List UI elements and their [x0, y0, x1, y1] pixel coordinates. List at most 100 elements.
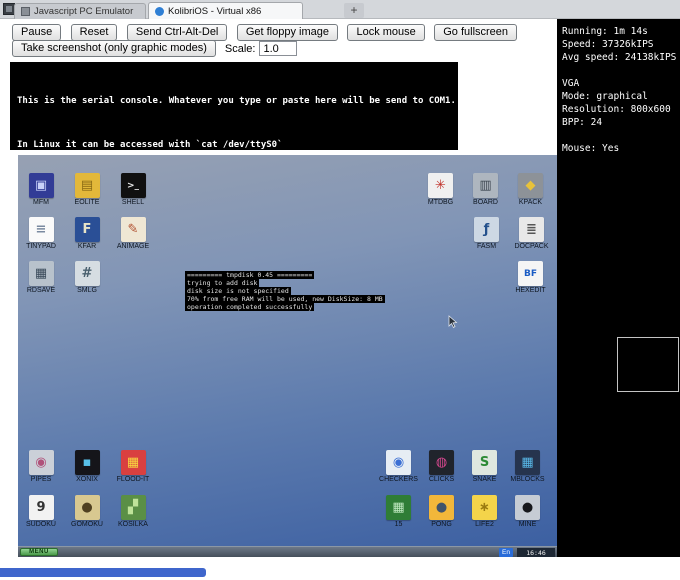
icon-group-top-right-row2: ƒ FASM ≣ DOCPACK — [464, 217, 554, 251]
console-line-2: In Linux it can be accessed with `cat /d… — [17, 140, 283, 150]
stat-mode: Mode: graphical — [562, 91, 648, 102]
serial-console[interactable]: This is the serial console. Whatever you… — [10, 62, 458, 150]
stat-avg-speed: Avg speed: 24138kIPS — [562, 52, 677, 63]
desktop-icon-15[interactable]: ▦ 15 — [377, 495, 420, 540]
desktop-icon-label: SNAKE — [472, 476, 497, 483]
desktop-icon-label: MINE — [518, 521, 537, 528]
mblocks-game-icon: ▦ — [515, 450, 540, 475]
paint-icon: ✎ — [120, 217, 146, 242]
desktop-icon-label: BOARD — [473, 199, 498, 206]
desktop-icon-label: GOMOKU — [71, 521, 103, 528]
menu-button[interactable]: MENU — [20, 548, 58, 556]
sudoku-game-icon: 9 — [28, 495, 54, 520]
desktop-icon-label: HEXEDIT — [515, 287, 546, 294]
desktop-icon-label: SHELL — [121, 199, 145, 206]
desktop-icon-checkers[interactable]: ◉ CHECKERS — [377, 450, 420, 495]
desktop-icon-smlg[interactable]: # SMLG — [64, 261, 110, 305]
icon-group-top-left: ▣ MFM ▤ EOLITE >_ SHELL ≡ TINYPAD F KFAR ✎ ANIMAGE ▦… — [18, 173, 156, 305]
desktop-icon-pong[interactable]: ● PONG — [420, 495, 463, 540]
desktop-icon-eolite[interactable]: ▤ EOLITE — [64, 173, 110, 217]
desktop-icon-sudoku[interactable]: 9 SUDOKU — [18, 495, 64, 540]
desktop-icon-gomoku[interactable]: ● GOMOKU — [64, 495, 110, 540]
kolibrios-desktop[interactable]: ▣ MFM ▤ EOLITE >_ SHELL ≡ TINYPAD F KFAR ✎ ANIMAGE ▦… — [18, 155, 557, 557]
scale-input[interactable] — [259, 41, 298, 56]
boot-message-line: ========= tmpdisk 0.45 ========= — [185, 271, 315, 279]
desktop-icon-label: FLOOD-IT — [116, 476, 150, 483]
desktop-icon-pipes[interactable]: ◉ PIPES — [18, 450, 64, 495]
desktop-icon-mfm[interactable]: ▣ MFM — [18, 173, 64, 217]
stat-bpp: BPP: 24 — [562, 117, 603, 128]
desktop-icon-label: RDSAVE — [26, 287, 56, 294]
taskbar-clock: 16:46 — [517, 548, 555, 557]
stat-running: Running: 1m 14s — [562, 26, 648, 37]
desktop-icon-hexedit[interactable]: BF HEXEDIT — [508, 261, 553, 295]
notepad-icon: ≡ — [28, 217, 54, 242]
desktop-icon-xonix[interactable]: ▪ XONIX — [64, 450, 110, 495]
tab-kolibrios[interactable]: KolibriOS - Virtual x86 — [148, 2, 303, 19]
tab-js-pc-emulator[interactable]: Javascript PC Emulator — [14, 3, 146, 19]
stat-resolution: Resolution: 800x600 — [562, 104, 671, 115]
desktop-icon-fasm[interactable]: ƒ FASM — [464, 217, 509, 251]
lock-mouse-button[interactable]: Lock mouse — [347, 24, 425, 41]
desktop-icon-kfar[interactable]: F KFAR — [64, 217, 110, 261]
kosilka-game-icon: ▞ — [120, 495, 146, 520]
desktop-icon-kpack[interactable]: ◆ KPACK — [508, 173, 553, 207]
toolbar-row-1: Pause Reset Send Ctrl-Alt-Del Get floppy… — [12, 22, 522, 41]
folder-icon: ▤ — [74, 173, 100, 198]
desktop-icon-label: KPACK — [518, 199, 543, 206]
desktop-icon-mine[interactable]: ● MINE — [506, 495, 549, 540]
desktop-icon-label: KFAR — [77, 243, 97, 250]
desktop-icon-label: MFM — [33, 199, 49, 206]
stat-speed: Speed: 37326kIPS — [562, 39, 654, 50]
flood-it-game-icon: ▦ — [120, 450, 146, 475]
desktop-icon-label: SMLG — [77, 287, 97, 294]
icon-group-top-right-row3: BF HEXEDIT — [508, 261, 553, 295]
toolbar-row-2: Take screenshot (only graphic modes) Sca… — [12, 40, 298, 57]
desktop-icon-label: DOCPACK — [514, 243, 549, 250]
packer-icon: ◆ — [518, 173, 543, 198]
desktop-icon-docpack[interactable]: ≣ DOCPACK — [509, 217, 554, 251]
mouse-cursor-icon — [448, 315, 458, 329]
language-indicator[interactable]: En — [499, 548, 513, 557]
fullscreen-button[interactable]: Go fullscreen — [434, 24, 518, 41]
desktop-icon-label: FASM — [476, 243, 497, 250]
stats-panel: Running: 1m 14s Speed: 37326kIPS Avg spe… — [557, 19, 680, 557]
pause-button[interactable]: Pause — [12, 24, 62, 41]
console-line-1: This is the serial console. Whatever you… — [17, 96, 456, 106]
board-icon: ▥ — [473, 173, 498, 198]
tab-bar: Javascript PC Emulator KolibriOS - Virtu… — [0, 0, 680, 19]
desktop-icon-rdsave[interactable]: ▦ RDSAVE — [18, 261, 64, 305]
boot-message-line: 70% from free RAM will be used, new Disk… — [185, 295, 385, 303]
boot-message-line: trying to add disk — [185, 279, 260, 287]
new-tab-button[interactable]: + — [344, 3, 364, 18]
desktop-icon-label: PONG — [431, 521, 452, 528]
desktop-icon-label: PIPES — [30, 476, 52, 483]
ctrl-alt-del-button[interactable]: Send Ctrl-Alt-Del — [126, 24, 228, 41]
desktop-icon-animage[interactable]: ✎ ANIMAGE — [110, 217, 156, 261]
icon-group-bottom-left: ◉ PIPES ▪ XONIX ▦ FLOOD-IT 9 SUDOKU ● GOMOKU ▞ KOSI… — [18, 450, 156, 540]
desktop-icon-label: EOLITE — [74, 199, 100, 206]
desktop-icon-board[interactable]: ▥ BOARD — [463, 173, 508, 207]
desktop-icon-mblocks[interactable]: ▦ MBLOCKS — [506, 450, 549, 495]
desktop-icon-tinypad[interactable]: ≡ TINYPAD — [18, 217, 64, 261]
desktop-icon-snake[interactable]: S SNAKE — [463, 450, 506, 495]
reset-button[interactable]: Reset — [70, 24, 118, 41]
desktop-icon-label: CLICKS — [428, 476, 455, 483]
desktop-icon-shell[interactable]: >_ SHELL — [110, 173, 156, 217]
desktop-icon-life2[interactable]: ∗ LIFE2 — [463, 495, 506, 540]
desktop-icon-mtdbg[interactable]: ✳ MTDBG — [418, 173, 463, 207]
get-floppy-button[interactable]: Get floppy image — [236, 24, 338, 41]
desktop-icon-kosilka[interactable]: ▞ KOSILKA — [110, 495, 156, 540]
desktop-icon-label: SUDOKU — [26, 521, 56, 528]
assembler-icon: ƒ — [474, 217, 499, 242]
browser-window: Javascript PC Emulator KolibriOS - Virtu… — [0, 0, 680, 580]
snake-game-icon: S — [472, 450, 497, 475]
desktop-icon-label: TINYPAD — [26, 243, 56, 250]
desktop-icon-label: MBLOCKS — [510, 476, 545, 483]
xonix-game-icon: ▪ — [74, 450, 100, 475]
desktop-icon-flood-it[interactable]: ▦ FLOOD-IT — [110, 450, 156, 495]
stat-mouse: Mouse: Yes — [562, 143, 620, 154]
screenshot-button[interactable]: Take screenshot (only graphic modes) — [12, 40, 216, 57]
desktop-icon-clicks[interactable]: ◍ CLICKS — [420, 450, 463, 495]
debugger-icon: ✳ — [428, 173, 453, 198]
